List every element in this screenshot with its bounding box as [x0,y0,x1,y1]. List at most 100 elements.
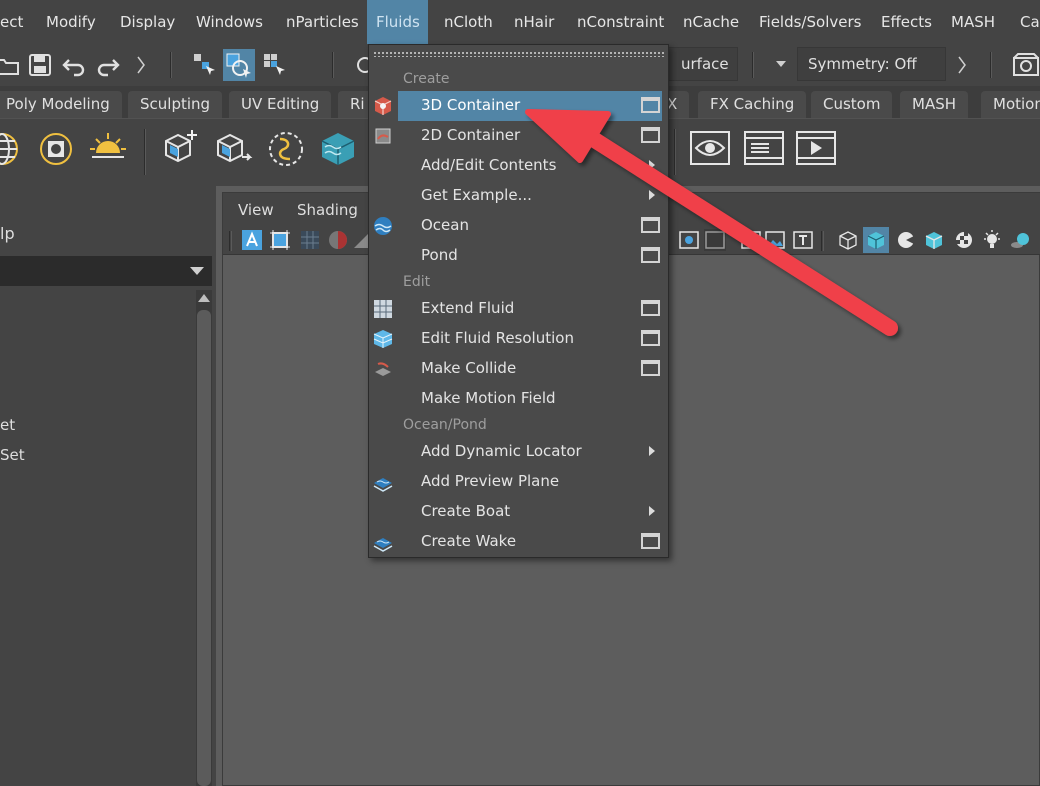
tab-uv-editing[interactable]: UV Editing [229,91,332,118]
option-box-icon[interactable] [641,533,660,549]
option-box-icon[interactable] [641,217,660,233]
tab-motion[interactable]: Motion [981,91,1040,118]
menu-display[interactable]: Display [111,0,184,44]
symmetry-field[interactable]: Symmetry: Off [797,47,946,81]
menu-modify[interactable]: Modify [37,0,105,44]
menu-item-create-wake[interactable]: Create Wake [398,527,662,557]
ocean-cube-icon[interactable] [316,127,360,171]
isolate-select-icon[interactable] [678,229,700,251]
tab-sculpting[interactable]: Sculpting [128,91,223,118]
viewport-menu-shading[interactable]: Shading [297,201,358,219]
collapse-arrow-icon[interactable] [137,56,145,74]
default-material-icon[interactable] [895,229,917,251]
menu-cache[interactable]: Ca [1011,0,1040,44]
menu-effects[interactable]: Effects [872,0,941,44]
playblast-settings-icon[interactable] [742,127,786,171]
smooth-shade-cube-icon[interactable] [863,227,889,253]
tab-poly-modeling[interactable]: Poly Modeling [0,91,122,118]
menu-item-make-collide[interactable]: Make Collide [398,354,662,384]
scrollbar-thumb[interactable] [197,310,211,786]
menu-nparticles[interactable]: nParticles [277,0,368,44]
dropdown-arrow-icon[interactable] [776,61,786,67]
tab-custom[interactable]: Custom [811,91,893,118]
menu-nhair[interactable]: nHair [505,0,563,44]
list-item[interactable]: Set [0,446,25,464]
textured-cube-icon[interactable] [923,229,945,251]
panel-dropdown[interactable] [0,256,212,286]
tab-mash[interactable]: MASH [900,91,969,118]
tab-fx-caching[interactable]: FX Caching [698,91,807,118]
menu-item-add-preview-plane[interactable]: Add Preview Plane [398,467,662,497]
wireframe-icon[interactable] [740,229,762,251]
ocean-icon [372,215,394,237]
menu-item-make-motion-field[interactable]: Make Motion Field [398,384,662,414]
playblast-icon[interactable] [794,127,838,171]
menu-fields-solvers[interactable]: Fields/Solvers [750,0,870,44]
menu-nconstraint[interactable]: nConstraint [568,0,673,44]
viewport-menu-view[interactable]: View [238,201,274,219]
menu-item-label: Create Wake [421,532,517,550]
sunrise-icon[interactable] [86,127,130,171]
option-box-icon[interactable] [641,330,660,346]
submenu-arrow-icon [649,190,655,200]
menu-item-ocean[interactable]: Ocean [398,211,662,241]
render-icon[interactable] [1012,52,1039,78]
sun-sphere-icon[interactable] [34,127,78,171]
fluid-curve-icon[interactable] [264,127,308,171]
list-item[interactable]: et [0,416,15,434]
text-annotation-icon[interactable] [241,229,263,251]
menu-item-extend-fluid[interactable]: Extend Fluid [398,294,662,324]
menu-windows[interactable]: Windows [187,0,272,44]
menu-item-create-boat[interactable]: Create Boat [398,497,662,527]
menu-item-2d-container[interactable]: 2D Container [398,121,662,151]
shadows-icon[interactable] [1009,229,1031,251]
hud-text-icon[interactable] [792,229,814,251]
collapse-arrow-icon[interactable] [958,56,966,74]
lighting-bulb-icon[interactable] [981,229,1003,251]
left-panel: lp et Set [0,186,216,786]
3d-container-edit-icon[interactable] [212,127,256,171]
undo-icon[interactable] [61,52,87,78]
menu-item-label: Pond [421,246,458,264]
menu-item-3d-container[interactable]: 3D Container [398,91,662,121]
menu-item-add-dynamic-locator[interactable]: Add Dynamic Locator [398,437,662,467]
option-box-icon[interactable] [641,97,660,113]
image-plane-icon[interactable] [764,229,786,251]
menu-item-get-example[interactable]: Get Example... [398,181,662,211]
tear-off-handle[interactable] [373,51,664,57]
xray-icon[interactable] [704,229,726,251]
frame-selection-icon[interactable] [269,229,291,251]
option-box-icon[interactable] [641,127,660,143]
option-box-icon[interactable] [641,300,660,316]
menu-ncache[interactable]: nCache [674,0,748,44]
grid-toggle-icon[interactable] [299,229,321,251]
select-object-icon[interactable] [223,49,255,81]
open-folder-icon[interactable] [0,52,20,78]
menu-item-edit-fluid-resolution[interactable]: Edit Fluid Resolution [398,324,662,354]
menu-select[interactable]: ect [0,0,32,44]
fluids-dropdown-menu: Create 3D Container 2D Container Add/Edi… [368,44,669,558]
separator [144,129,146,175]
visibility-eye-icon[interactable] [688,127,732,171]
redo-icon[interactable] [95,52,121,78]
option-box-icon[interactable] [641,360,660,376]
menu-fluids[interactable]: Fluids [367,0,428,44]
3d-container-add-icon[interactable] [158,127,202,171]
panel-title: lp [0,224,15,243]
chevron-down-icon [190,267,204,275]
globe-icon[interactable] [0,127,24,171]
menu-ncloth[interactable]: nCloth [435,0,502,44]
scroll-up-icon[interactable] [198,294,210,302]
separator [752,52,754,78]
menu-item-pond[interactable]: Pond [398,241,662,271]
checker-icon[interactable] [953,229,975,251]
select-component-icon[interactable] [262,52,288,78]
vertical-scrollbar[interactable] [196,290,212,786]
save-icon[interactable] [27,52,53,78]
shading-sphere-icon[interactable] [327,229,349,251]
select-hierarchy-icon[interactable] [192,52,218,78]
option-box-icon[interactable] [641,247,660,263]
menu-item-add-edit-contents[interactable]: Add/Edit Contents [398,151,662,181]
wireframe-cube-icon[interactable] [837,229,859,251]
menu-mash[interactable]: MASH [942,0,1004,44]
